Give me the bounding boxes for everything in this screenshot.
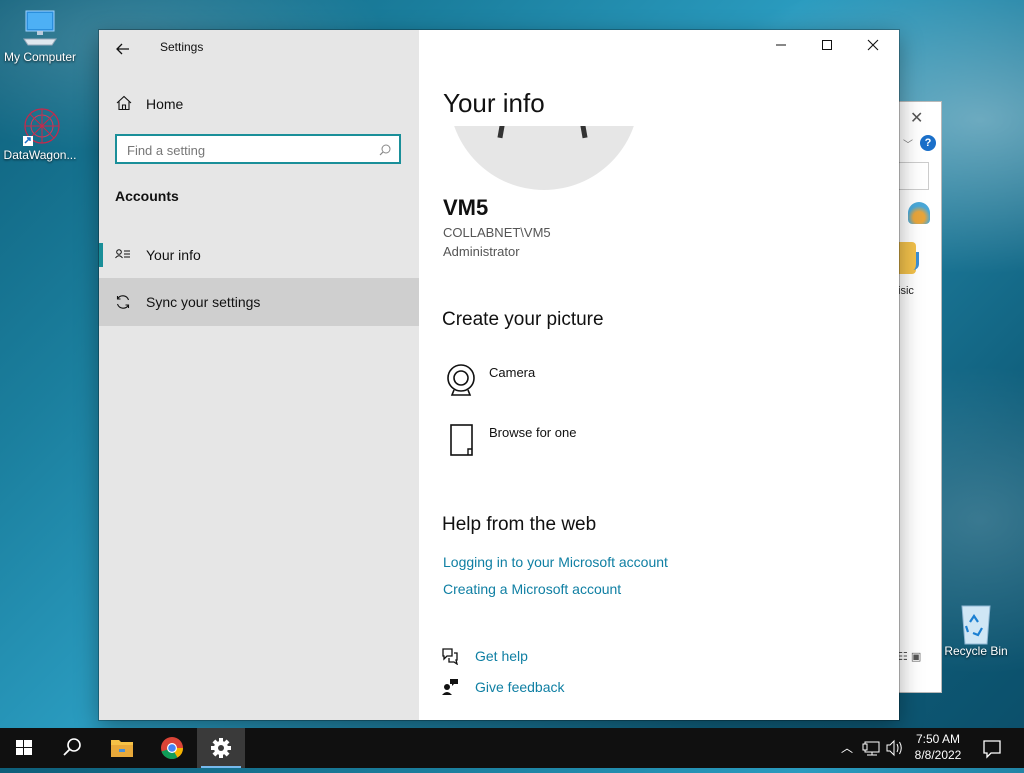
sync-icon bbox=[115, 294, 131, 310]
search-icon[interactable] bbox=[379, 143, 391, 156]
background-explorer-window[interactable]: ✕ ﹀ ? isic ☷ ▣ bbox=[897, 101, 942, 693]
sidebar-item-sync-settings[interactable]: Sync your settings bbox=[99, 278, 419, 326]
network-tray-button[interactable] bbox=[862, 728, 882, 768]
computer-icon bbox=[20, 8, 60, 48]
action-center-button[interactable] bbox=[980, 728, 1004, 768]
avatar-image bbox=[449, 126, 639, 190]
get-help-label: Get help bbox=[475, 648, 528, 664]
selected-indicator bbox=[99, 243, 103, 267]
shell-icon bbox=[908, 202, 930, 224]
desktop-icon-recycle-bin[interactable]: Recycle Bin bbox=[936, 602, 1016, 658]
taskbar: ︿ 7:50 AM 8/8/2022 bbox=[0, 728, 1024, 768]
clock-date: 8/8/2022 bbox=[914, 748, 962, 762]
camera-label: Camera bbox=[489, 365, 536, 380]
help-icon[interactable]: ? bbox=[920, 135, 936, 151]
folder-label: isic bbox=[898, 285, 914, 297]
clock-time: 7:50 AM bbox=[915, 732, 961, 746]
get-help-link[interactable]: Get help bbox=[441, 645, 741, 669]
camera-option[interactable]: Camera bbox=[443, 363, 743, 407]
link-logging-in[interactable]: Logging in to your Microsoft account bbox=[443, 554, 668, 570]
taskbar-settings[interactable] bbox=[197, 728, 245, 768]
view-toggle-icon[interactable]: ☷ ▣ bbox=[898, 650, 921, 663]
user-domain: COLLABNET\VM5 bbox=[443, 225, 551, 240]
desktop-icon-datawagon[interactable]: DataWagon... bbox=[0, 106, 80, 162]
back-arrow-icon bbox=[116, 42, 130, 59]
link-create-account[interactable]: Creating a Microsoft account bbox=[443, 581, 621, 597]
chevron-down-icon[interactable]: ﹀ bbox=[903, 136, 913, 151]
sidebar-item-your-info[interactable]: Your info bbox=[99, 231, 419, 279]
back-button[interactable] bbox=[109, 36, 137, 66]
taskbar-file-explorer[interactable] bbox=[98, 728, 146, 768]
section-heading-accounts: Accounts bbox=[115, 188, 179, 204]
help-heading: Help from the web bbox=[442, 514, 597, 535]
search-box[interactable] bbox=[115, 134, 401, 164]
browse-label: Browse for one bbox=[489, 425, 577, 440]
feedback-icon bbox=[441, 678, 459, 696]
desktop-icon-label: DataWagon... bbox=[3, 148, 77, 162]
page-title: Your info bbox=[443, 88, 545, 118]
avatar bbox=[449, 126, 639, 190]
volume-tray-button[interactable] bbox=[885, 728, 905, 768]
network-icon bbox=[862, 741, 882, 772]
taskbar-search-button[interactable] bbox=[48, 728, 96, 768]
address-field[interactable] bbox=[898, 162, 929, 190]
get-help-icon bbox=[441, 647, 459, 666]
create-picture-heading: Create your picture bbox=[442, 309, 604, 330]
settings-content: Your info VM5 COLLABNET\VM5 Administrato… bbox=[419, 30, 899, 720]
desktop-icon-my-computer[interactable]: My Computer bbox=[0, 8, 80, 64]
sidebar-item-label: Your info bbox=[146, 247, 201, 263]
home-icon bbox=[116, 95, 132, 111]
sidebar-item-label: Sync your settings bbox=[146, 294, 261, 310]
search-input[interactable] bbox=[125, 140, 369, 160]
user-name: VM5 bbox=[443, 195, 489, 220]
notification-icon bbox=[980, 740, 1004, 772]
browse-option[interactable]: Browse for one bbox=[443, 423, 743, 467]
browse-file-icon bbox=[445, 423, 477, 459]
settings-window: Settings Home Accounts Your info bbox=[99, 30, 899, 720]
taskbar-chrome[interactable] bbox=[148, 728, 196, 768]
settings-sidebar: Settings Home Accounts Your info bbox=[99, 30, 419, 720]
desktop-icon-label: Recycle Bin bbox=[944, 644, 1008, 658]
gear-icon bbox=[197, 738, 245, 772]
your-info-icon bbox=[115, 247, 131, 263]
show-hidden-icons-button[interactable]: ︿ bbox=[838, 728, 856, 768]
home-nav-item[interactable]: Home bbox=[99, 86, 419, 122]
folder-icon bbox=[98, 740, 146, 772]
home-label: Home bbox=[146, 96, 184, 112]
start-button[interactable] bbox=[0, 728, 48, 768]
chevron-up-icon: ︿ bbox=[840, 741, 853, 755]
volume-icon bbox=[885, 739, 905, 772]
taskbar-clock[interactable]: 7:50 AM 8/8/2022 bbox=[906, 731, 970, 763]
recycle-bin-icon bbox=[956, 602, 996, 645]
window-title: Settings bbox=[160, 40, 204, 54]
datawagon-icon bbox=[20, 106, 60, 146]
desktop-icon-label: My Computer bbox=[3, 50, 77, 64]
chrome-icon bbox=[148, 737, 196, 772]
feedback-label: Give feedback bbox=[475, 679, 565, 695]
user-role: Administrator bbox=[443, 244, 520, 259]
windows-logo-icon bbox=[0, 740, 48, 772]
search-icon bbox=[48, 738, 96, 772]
camera-icon bbox=[445, 363, 477, 399]
give-feedback-link[interactable]: Give feedback bbox=[441, 676, 741, 700]
music-note-icon bbox=[906, 252, 919, 270]
close-icon[interactable]: ✕ bbox=[910, 108, 923, 128]
